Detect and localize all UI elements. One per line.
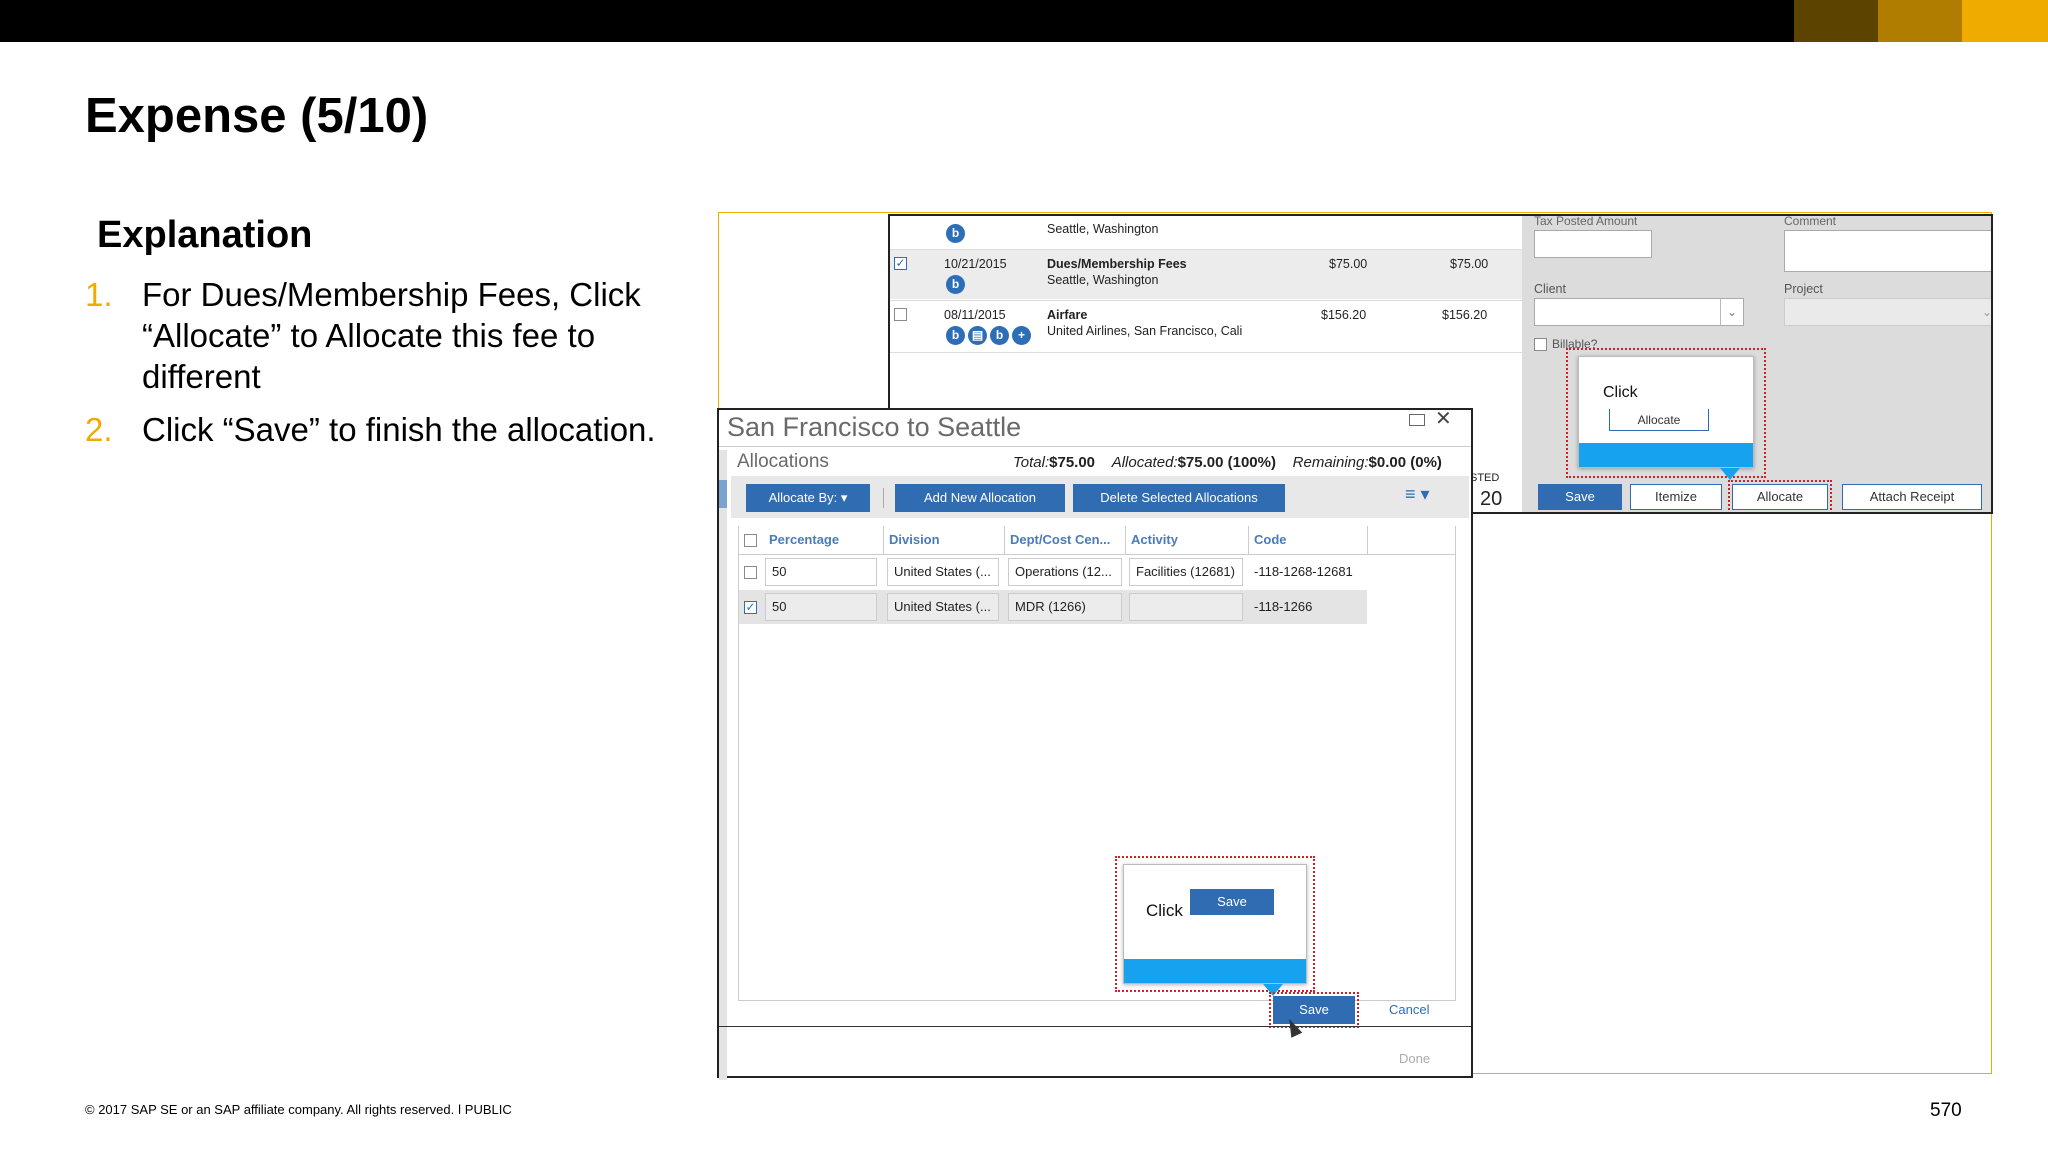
client-select[interactable]: ⌄ — [1534, 298, 1744, 326]
chevron-down-icon: ⌄ — [1720, 299, 1743, 325]
division-field[interactable]: United States (... — [887, 558, 999, 586]
row-checkbox[interactable] — [894, 308, 907, 321]
explanation-heading: Explanation — [97, 214, 313, 256]
list-menu-icon[interactable]: ≡ ▾ — [1405, 484, 1430, 505]
color-swatch — [1962, 0, 2048, 42]
division-field[interactable]: United States (... — [887, 593, 999, 621]
client-label: Client — [1534, 282, 1566, 296]
callout-pointer — [1720, 468, 1740, 480]
comment-label: Comment — [1784, 214, 1837, 228]
allocate-by-button[interactable]: Allocate By: ▾ — [746, 484, 870, 512]
tax-posted-input[interactable] — [1534, 230, 1652, 258]
attach-receipt-button[interactable]: Attach Receipt — [1842, 484, 1982, 510]
add-new-allocation-button[interactable]: Add New Allocation — [895, 484, 1065, 512]
callout-click-text: Click — [1603, 384, 1638, 401]
expense-requested: $75.00 — [1450, 257, 1489, 271]
top-bar — [0, 0, 2048, 42]
itemize-button[interactable]: Itemize — [1630, 484, 1722, 510]
activity-field[interactable]: Facilities (12681) — [1129, 558, 1243, 586]
partial-label: STED — [1470, 472, 1500, 484]
save-button[interactable]: Save — [1538, 484, 1622, 510]
color-swatch — [1794, 0, 1878, 42]
percentage-field[interactable]: 50 — [765, 558, 877, 586]
expense-name: Airfare — [1047, 308, 1088, 322]
dept-field[interactable]: Operations (12... — [1008, 558, 1122, 586]
expense-name: Dues/Membership Fees — [1047, 257, 1187, 271]
expense-location: United Airlines, San Francisco, Cali — [1047, 324, 1243, 338]
expense-requested: $156.20 — [1442, 308, 1488, 322]
select-all-checkbox[interactable] — [744, 534, 757, 547]
step-1: 1. For Dues/Membership Fees, Click “Allo… — [85, 274, 705, 398]
column-header[interactable]: Dept/Cost Cen... — [1010, 532, 1110, 547]
receipt-icon[interactable]: b — [946, 224, 965, 243]
expense-date: 08/11/2015 — [944, 308, 1006, 322]
partial-value: 20 — [1480, 488, 1503, 510]
callout-allocate-button: Allocate — [1609, 409, 1709, 431]
done-button[interactable]: Done — [1399, 1051, 1430, 1066]
comment-input[interactable] — [1784, 230, 1991, 272]
percentage-field[interactable]: 50 — [765, 593, 877, 621]
ereceipt-icon[interactable]: ▤ — [968, 326, 987, 345]
cancel-link[interactable]: Cancel — [1389, 1002, 1429, 1017]
row-checkbox[interactable]: ✓ — [894, 257, 907, 270]
copyright-footer: © 2017 SAP SE or an SAP affiliate compan… — [85, 1102, 512, 1117]
maximize-icon[interactable] — [1409, 414, 1425, 426]
expense-amount: $75.00 — [1329, 257, 1368, 271]
expense-location: Seattle, Washington — [1047, 273, 1159, 287]
row-checkbox[interactable]: ✓ — [744, 601, 757, 614]
slide-title: Expense (5/10) — [85, 89, 429, 143]
column-header[interactable]: Division — [889, 532, 940, 547]
plus-icon[interactable]: + — [1012, 326, 1031, 345]
project-select[interactable]: ⌄ — [1784, 298, 1993, 326]
receipt-icon[interactable]: b — [946, 326, 965, 345]
receipt-icon[interactable]: b — [946, 275, 965, 294]
code-value: -118-1268-12681 — [1254, 564, 1353, 579]
allocation-dialog: San Francisco to Seattle ✕ Allocations T… — [717, 406, 1473, 1080]
highlight-box — [1728, 480, 1832, 512]
step-text: For Dues/Membership Fees, Click “Allocat… — [142, 276, 641, 395]
expense-form: Tax Posted Amount Comment Client ⌄ Proje… — [1522, 214, 1993, 512]
step-2: 2. Click “Save” to finish the allocation… — [85, 409, 705, 451]
dialog-title: San Francisco to Seattle — [727, 412, 1022, 442]
billable-checkbox[interactable] — [1534, 338, 1547, 351]
receipt-icon[interactable]: b — [990, 326, 1009, 345]
row-checkbox[interactable] — [744, 566, 757, 579]
tax-posted-label: Tax Posted Amount — [1534, 214, 1638, 228]
expense-location: Seattle, Washington — [1047, 222, 1159, 236]
project-label: Project — [1784, 282, 1823, 296]
step-text: Click “Save” to finish the allocation. — [142, 411, 656, 448]
close-icon[interactable]: ✕ — [1435, 406, 1452, 431]
save-callout: Click Save — [1123, 864, 1307, 984]
column-header[interactable]: Activity — [1131, 532, 1178, 547]
step-number: 2. — [85, 411, 113, 448]
delete-selected-allocations-button[interactable]: Delete Selected Allocations — [1073, 484, 1285, 512]
chevron-down-icon: ⌄ — [1981, 305, 1993, 319]
activity-field[interactable] — [1129, 593, 1243, 621]
page-number: 570 — [1930, 1100, 1962, 1121]
dept-field[interactable]: MDR (1266) — [1008, 593, 1122, 621]
allocate-callout: Click Allocate — [1578, 356, 1754, 468]
highlight-box — [1269, 992, 1359, 1028]
code-value: -118-1266 — [1254, 599, 1313, 614]
column-header[interactable]: Percentage — [769, 532, 839, 547]
expense-amount: $156.20 — [1321, 308, 1367, 322]
totals-summary: Total:$75.00 Allocated:$75.00 (100%) Rem… — [1013, 454, 1442, 471]
callout-save-button: Save — [1190, 889, 1274, 915]
color-swatch — [1878, 0, 1962, 42]
allocations-heading: Allocations — [737, 451, 829, 472]
step-number: 1. — [85, 276, 113, 313]
callout-click-text: Click — [1146, 901, 1183, 920]
expense-date: 10/21/2015 — [944, 257, 1007, 271]
column-header[interactable]: Code — [1254, 532, 1287, 547]
